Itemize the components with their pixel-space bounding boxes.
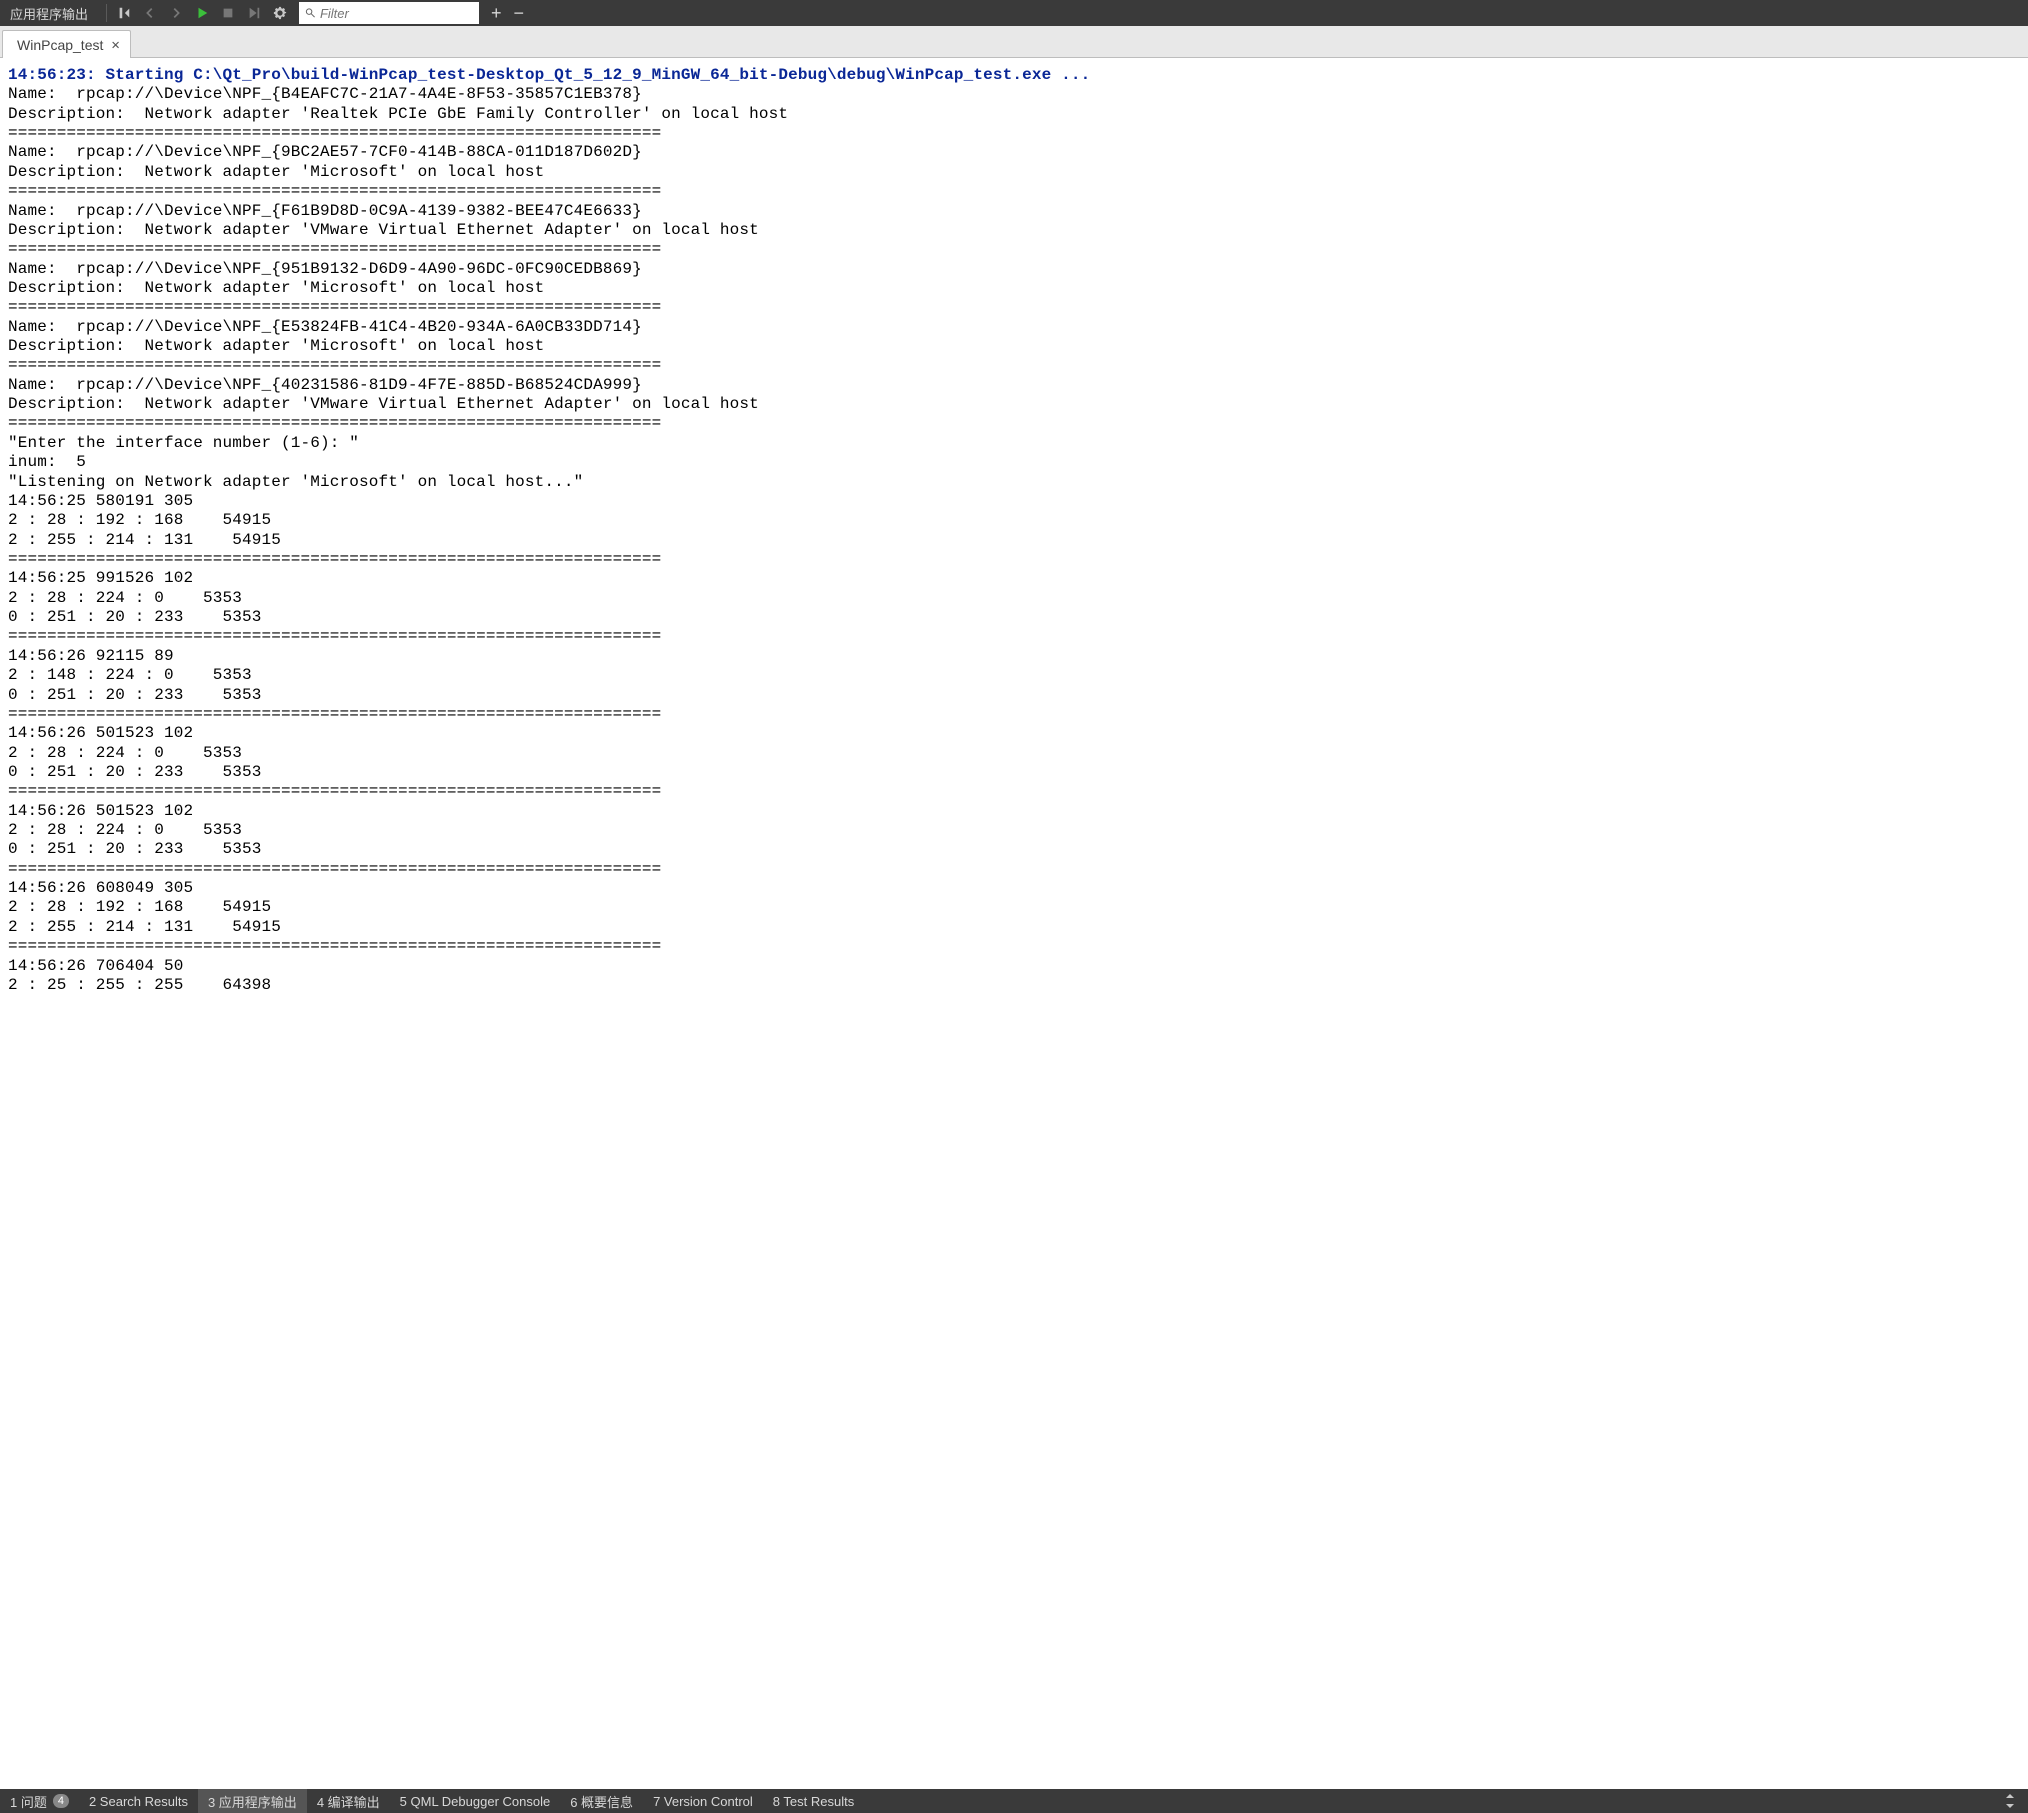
statusbar-item-label: 4 编译输出: [317, 1792, 380, 1811]
output-line: 14:56:26 706404 50: [8, 957, 2020, 976]
statusbar-item[interactable]: 5 QML Debugger Console: [390, 1789, 561, 1813]
output-line: 0 : 251 : 20 : 233 5353: [8, 686, 2020, 705]
output-line: ========================================…: [8, 705, 2020, 724]
statusbar-item[interactable]: 2 Search Results: [79, 1789, 198, 1813]
statusbar-item-label: 8 Test Results: [773, 1794, 854, 1809]
zoom-out-icon[interactable]: −: [508, 4, 531, 22]
output-tabbar: WinPcap_test ✕: [0, 26, 2028, 58]
output-line: 2 : 255 : 214 : 131 54915: [8, 918, 2020, 937]
output-line: Description: Network adapter 'Microsoft'…: [8, 337, 2020, 356]
output-line: 14:56:26 92115 89: [8, 647, 2020, 666]
output-line: Description: Network adapter 'VMware Vir…: [8, 221, 2020, 240]
output-line: Name: rpcap://\Device\NPF_{9BC2AE57-7CF0…: [8, 143, 2020, 162]
statusbar-item-label: 1 问题: [10, 1792, 47, 1811]
statusbar-item[interactable]: 6 概要信息: [560, 1789, 643, 1813]
close-icon[interactable]: ✕: [111, 37, 119, 53]
output-line: 2 : 28 : 224 : 0 5353: [8, 821, 2020, 840]
output-line: 14:56:25 991526 102: [8, 569, 2020, 588]
statusbar-item[interactable]: 4 编译输出: [307, 1789, 390, 1813]
output-toolbar: 应用程序输出 + −: [0, 0, 2028, 26]
tab-label: WinPcap_test: [17, 37, 103, 53]
output-line: Name: rpcap://\Device\NPF_{F61B9D8D-0C9A…: [8, 202, 2020, 221]
statusbar-item[interactable]: 7 Version Control: [643, 1789, 763, 1813]
output-line: ========================================…: [8, 182, 2020, 201]
statusbar-item[interactable]: 3 应用程序输出: [198, 1789, 307, 1813]
statusbar-item[interactable]: 1 问题 4: [0, 1789, 79, 1813]
output-line: ========================================…: [8, 860, 2020, 879]
output-line: Description: Network adapter 'Microsoft'…: [8, 279, 2020, 298]
statusbar-item-label: 7 Version Control: [653, 1794, 753, 1809]
badge: 4: [53, 1794, 69, 1808]
output-line: 2 : 255 : 214 : 131 54915: [8, 531, 2020, 550]
statusbar-collapse-icon[interactable]: [2004, 1794, 2028, 1808]
start-line: 14:56:23: Starting C:\Qt_Pro\build-WinPc…: [8, 66, 2020, 85]
prev-icon[interactable]: [137, 0, 163, 26]
status-bar: 1 问题 4 2 Search Results 3 应用程序输出 4 编译输出 5 QML…: [0, 1789, 2028, 1813]
statusbar-item[interactable]: 8 Test Results: [763, 1789, 864, 1813]
output-line: 2 : 28 : 192 : 168 54915: [8, 898, 2020, 917]
output-line: Name: rpcap://\Device\NPF_{40231586-81D9…: [8, 376, 2020, 395]
output-line: 2 : 28 : 192 : 168 54915: [8, 511, 2020, 530]
output-line: 0 : 251 : 20 : 233 5353: [8, 608, 2020, 627]
run-icon[interactable]: [189, 0, 215, 26]
output-line: 2 : 148 : 224 : 0 5353: [8, 666, 2020, 685]
output-line: Description: Network adapter 'Microsoft'…: [8, 163, 2020, 182]
output-line: "Enter the interface number (1-6): ": [8, 434, 2020, 453]
output-line: 0 : 251 : 20 : 233 5353: [8, 763, 2020, 782]
output-line: Description: Network adapter 'Realtek PC…: [8, 105, 2020, 124]
output-line: 2 : 25 : 255 : 255 64398: [8, 976, 2020, 995]
next-icon[interactable]: [163, 0, 189, 26]
output-line: 14:56:26 501523 102: [8, 802, 2020, 821]
filter-input-container[interactable]: [299, 2, 479, 24]
output-line: ========================================…: [8, 782, 2020, 801]
panel-title: 应用程序输出: [0, 4, 102, 23]
filter-input[interactable]: [320, 6, 473, 21]
output-line: ========================================…: [8, 937, 2020, 956]
output-line: 2 : 28 : 224 : 0 5353: [8, 744, 2020, 763]
output-line: ========================================…: [8, 298, 2020, 317]
output-tab[interactable]: WinPcap_test ✕: [2, 30, 131, 58]
separator: [106, 4, 107, 22]
output-line: "Listening on Network adapter 'Microsoft…: [8, 473, 2020, 492]
statusbar-item-label: 2 Search Results: [89, 1794, 188, 1809]
run-to-icon[interactable]: [241, 0, 267, 26]
output-line: ========================================…: [8, 124, 2020, 143]
zoom-in-icon[interactable]: +: [485, 4, 508, 22]
attach-debugger-icon[interactable]: [111, 0, 137, 26]
output-line: ========================================…: [8, 627, 2020, 646]
output-console[interactable]: 14:56:23: Starting C:\Qt_Pro\build-WinPc…: [0, 58, 2028, 997]
settings-icon[interactable]: [267, 0, 293, 26]
output-line: Description: Network adapter 'VMware Vir…: [8, 395, 2020, 414]
output-line: inum: 5: [8, 453, 2020, 472]
output-line: 14:56:25 580191 305: [8, 492, 2020, 511]
search-icon: [305, 7, 316, 19]
output-line: ========================================…: [8, 550, 2020, 569]
output-line: 2 : 28 : 224 : 0 5353: [8, 589, 2020, 608]
output-line: 0 : 251 : 20 : 233 5353: [8, 840, 2020, 859]
output-line: Name: rpcap://\Device\NPF_{B4EAFC7C-21A7…: [8, 85, 2020, 104]
statusbar-item-label: 3 应用程序输出: [208, 1792, 297, 1811]
output-line: Name: rpcap://\Device\NPF_{E53824FB-41C4…: [8, 318, 2020, 337]
output-line: ========================================…: [8, 240, 2020, 259]
output-line: ========================================…: [8, 414, 2020, 433]
statusbar-item-label: 5 QML Debugger Console: [400, 1794, 551, 1809]
output-line: 14:56:26 501523 102: [8, 724, 2020, 743]
output-line: ========================================…: [8, 356, 2020, 375]
output-line: Name: rpcap://\Device\NPF_{951B9132-D6D9…: [8, 260, 2020, 279]
statusbar-item-label: 6 概要信息: [570, 1792, 633, 1811]
output-line: 14:56:26 608049 305: [8, 879, 2020, 898]
stop-icon[interactable]: [215, 0, 241, 26]
